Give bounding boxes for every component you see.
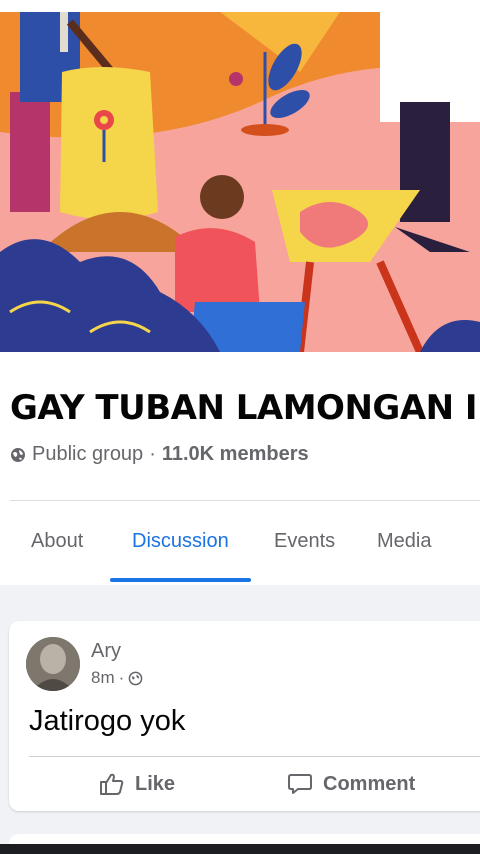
- post-divider: [29, 756, 480, 757]
- meta-separator: ·: [149, 442, 156, 465]
- tab-about[interactable]: About: [31, 530, 83, 553]
- post-author[interactable]: Ary: [91, 640, 121, 663]
- privacy-label: Public group: [32, 442, 144, 465]
- group-meta: Public group · 11.0K members: [10, 440, 309, 468]
- post-text: Jatirogo yok: [29, 705, 186, 737]
- comment-label: Comment: [323, 772, 416, 795]
- cover-illustration: [0, 12, 480, 352]
- cover-photo[interactable]: [0, 12, 480, 352]
- avatar[interactable]: [26, 637, 80, 691]
- post-meta-separator: ·: [118, 668, 125, 687]
- globe-icon: [128, 671, 143, 686]
- group-name[interactable]: GAY TUBAN LAMONGAN I: [10, 386, 480, 430]
- thumbs-up-icon: [100, 773, 124, 795]
- tab-media[interactable]: Media: [377, 530, 431, 553]
- like-label: Like: [135, 772, 176, 795]
- status-strip: [0, 0, 480, 12]
- like-button[interactable]: Like: [99, 769, 175, 799]
- comment-button[interactable]: Comment: [287, 769, 415, 799]
- speech-bubble-icon: [288, 774, 312, 794]
- header-divider: [10, 500, 480, 501]
- tab-events[interactable]: Events: [274, 530, 335, 553]
- post-meta: 8m ·: [91, 668, 143, 688]
- member-count[interactable]: 11.0K members: [162, 443, 309, 466]
- post-time[interactable]: 8m: [91, 668, 115, 688]
- active-tab-indicator: [110, 578, 251, 582]
- tab-discussion[interactable]: Discussion: [132, 530, 229, 553]
- globe-icon: [10, 446, 26, 462]
- post-card: Ary 8m · Jatirogo yok Like Comment: [9, 621, 480, 811]
- group-tabs: About Discussion Events Media: [0, 512, 480, 584]
- bottom-system-bar: [0, 844, 480, 854]
